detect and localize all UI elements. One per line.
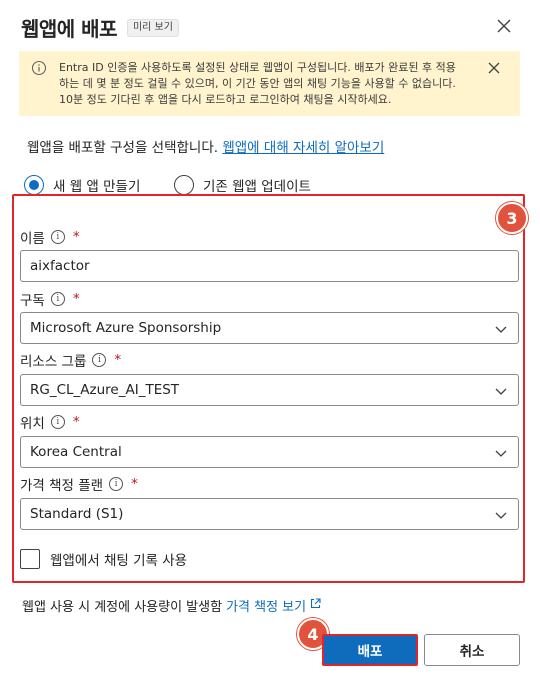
step-badge-3: 3 [496,202,528,234]
description-text: 웹앱을 배포할 구성을 선택합니다. [27,140,223,156]
required-mark: * [72,414,80,430]
usage-note: 웹앱 사용 시 계정에 사용량이 발생함 가격 책정 보기 [22,596,321,615]
deploy-webapp-dialog: 웹앱에 배포 미리 보기 Entra ID 인증을 사용하도록 설정된 상태로 … [0,0,540,686]
chevron-down-icon [494,322,508,336]
info-icon[interactable]: i [50,415,65,429]
pricing-plan-label-text: 가격 책정 플랜 [20,478,104,494]
radio-update-webapp-label: 기존 웹앱 업데이트 [203,179,311,195]
chevron-down-icon [494,446,508,460]
chat-history-option[interactable]: 웹앱에서 채팅 기록 사용 [20,549,187,569]
required-mark: * [131,476,138,492]
subscription-value: Microsoft Azure Sponsorship [30,320,222,336]
dialog-header: 웹앱에 배포 미리 보기 [21,13,179,42]
pricing-plan-label: 가격 책정 플랜 i * [20,474,138,494]
name-input-value: aixfactor [30,258,90,274]
info-icon[interactable]: i [50,292,65,306]
location-value: Korea Central [30,444,122,460]
location-select[interactable]: Korea Central [20,436,519,468]
radio-update-webapp[interactable]: 기존 웹앱 업데이트 [174,175,311,195]
name-input[interactable]: aixfactor [20,250,519,282]
subscription-select[interactable]: Microsoft Azure Sponsorship [20,312,519,344]
banner-message: Entra ID 인증을 사용하도록 설정된 상태로 웹앱이 구성됩니다. 배포… [59,61,456,106]
preview-badge: 미리 보기 [126,18,179,37]
subscription-label-text: 구독 [20,293,45,309]
pricing-plan-value: Standard (S1) [30,506,124,522]
cancel-button[interactable]: 취소 [424,634,520,666]
radio-new-webapp-label: 새 웹 앱 만들기 [53,179,141,195]
chat-history-label: 웹앱에서 채팅 기록 사용 [50,553,188,569]
chevron-down-icon [494,384,508,398]
close-icon[interactable] [492,14,516,38]
info-icon [31,60,49,78]
resource-group-value: RG_CL_Azure_AI_TEST [30,382,180,398]
required-mark: * [72,291,80,307]
resource-group-select[interactable]: RG_CL_Azure_AI_TEST [20,374,519,406]
resource-group-label-text: 리소스 그룹 [20,354,87,370]
dismiss-banner-icon[interactable] [488,59,504,75]
radio-button-selected[interactable] [24,175,44,195]
info-icon[interactable]: i [92,353,107,367]
usage-note-text: 웹앱 사용 시 계정에 사용량이 발생함 [22,600,223,615]
radio-new-webapp[interactable]: 새 웹 앱 만들기 [24,175,140,195]
dialog-title: 웹앱에 배포 [21,17,117,41]
chat-history-checkbox[interactable] [20,549,40,569]
chevron-down-icon [494,508,508,522]
warning-banner: Entra ID 인증을 사용하도록 설정된 상태로 웹앱이 구성됩니다. 배포… [19,51,520,116]
pricing-plan-select[interactable]: Standard (S1) [20,498,519,530]
name-label-text: 이름 [20,231,45,247]
required-mark: * [72,229,80,245]
name-label: 이름 i * [20,227,80,247]
info-icon[interactable]: i [50,230,65,244]
subscription-label: 구독 i * [20,289,80,309]
deploy-button[interactable]: 배포 [322,634,418,666]
info-icon[interactable]: i [109,477,124,491]
location-label-text: 위치 [20,416,45,432]
radio-button[interactable] [174,175,194,195]
location-label: 위치 i * [20,412,80,432]
pricing-link[interactable]: 가격 책정 보기 [226,596,306,615]
learn-more-link[interactable]: 웹앱에 대해 자세히 알아보기 [222,140,384,156]
description: 웹앱을 배포할 구성을 선택합니다. 웹앱에 대해 자세히 알아보기 [27,136,384,156]
required-mark: * [114,352,122,368]
resource-group-label: 리소스 그룹 i * [20,350,121,370]
external-link-icon[interactable] [310,598,321,613]
